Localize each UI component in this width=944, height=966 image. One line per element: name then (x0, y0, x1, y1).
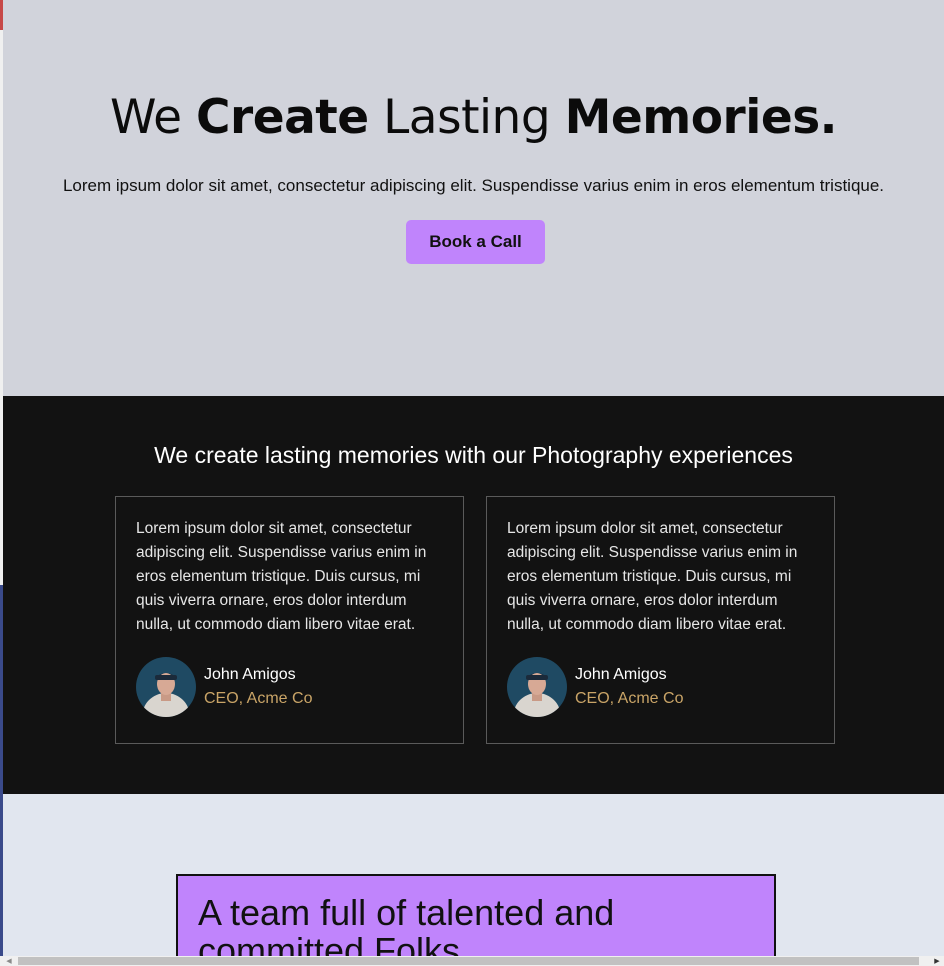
page: We Create Lasting Memories. Lorem ipsum … (3, 0, 944, 956)
team-callout: A team full of talented and committed Fo… (176, 874, 776, 956)
hero-section: We Create Lasting Memories. Lorem ipsum … (3, 0, 944, 396)
horizontal-scrollbar[interactable]: ◀ ▶ (0, 956, 944, 966)
hero-title-part1: We (109, 90, 197, 145)
testimonial-card: Lorem ipsum dolor sit amet, consectetur … (486, 496, 835, 744)
author-name: John Amigos (204, 666, 296, 683)
testimonials-section: We create lasting memories with our Phot… (3, 396, 944, 794)
hero-subtitle: Lorem ipsum dolor sit amet, consectetur … (62, 176, 885, 195)
browser-viewport: We Create Lasting Memories. Lorem ipsum … (0, 0, 944, 966)
testimonial-quote: Lorem ipsum dolor sit amet, consectetur … (136, 520, 427, 633)
chevron-right-icon[interactable]: ▶ (930, 956, 944, 966)
testimonial-card: Lorem ipsum dolor sit amet, consectetur … (115, 496, 464, 744)
hero-title: We Create Lasting Memories. (3, 90, 944, 145)
hero-title-part2: Create (196, 90, 369, 145)
author-role: CEO, Acme Co (204, 690, 313, 707)
person-avatar-icon (507, 657, 567, 717)
chevron-left-icon[interactable]: ◀ (2, 956, 16, 966)
hero-title-part4: Memories. (564, 90, 838, 145)
testimonial-quote: Lorem ipsum dolor sit amet, consectetur … (507, 520, 798, 633)
author-role: CEO, Acme Co (575, 690, 684, 707)
scrollbar-thumb[interactable] (18, 957, 919, 965)
hero-title-part3: Lasting (368, 90, 565, 145)
book-a-call-button[interactable]: Book a Call (406, 220, 545, 264)
team-section: A team full of talented and committed Fo… (3, 794, 944, 956)
person-avatar-icon (136, 657, 196, 717)
author-name: John Amigos (575, 666, 667, 683)
team-title: A team full of talented and committed Fo… (198, 892, 615, 957)
testimonial-author: John Amigos CEO, Acme Co (507, 657, 683, 717)
testimonials-title: We create lasting memories with our Phot… (154, 442, 793, 468)
testimonial-author: John Amigos CEO, Acme Co (136, 657, 312, 717)
